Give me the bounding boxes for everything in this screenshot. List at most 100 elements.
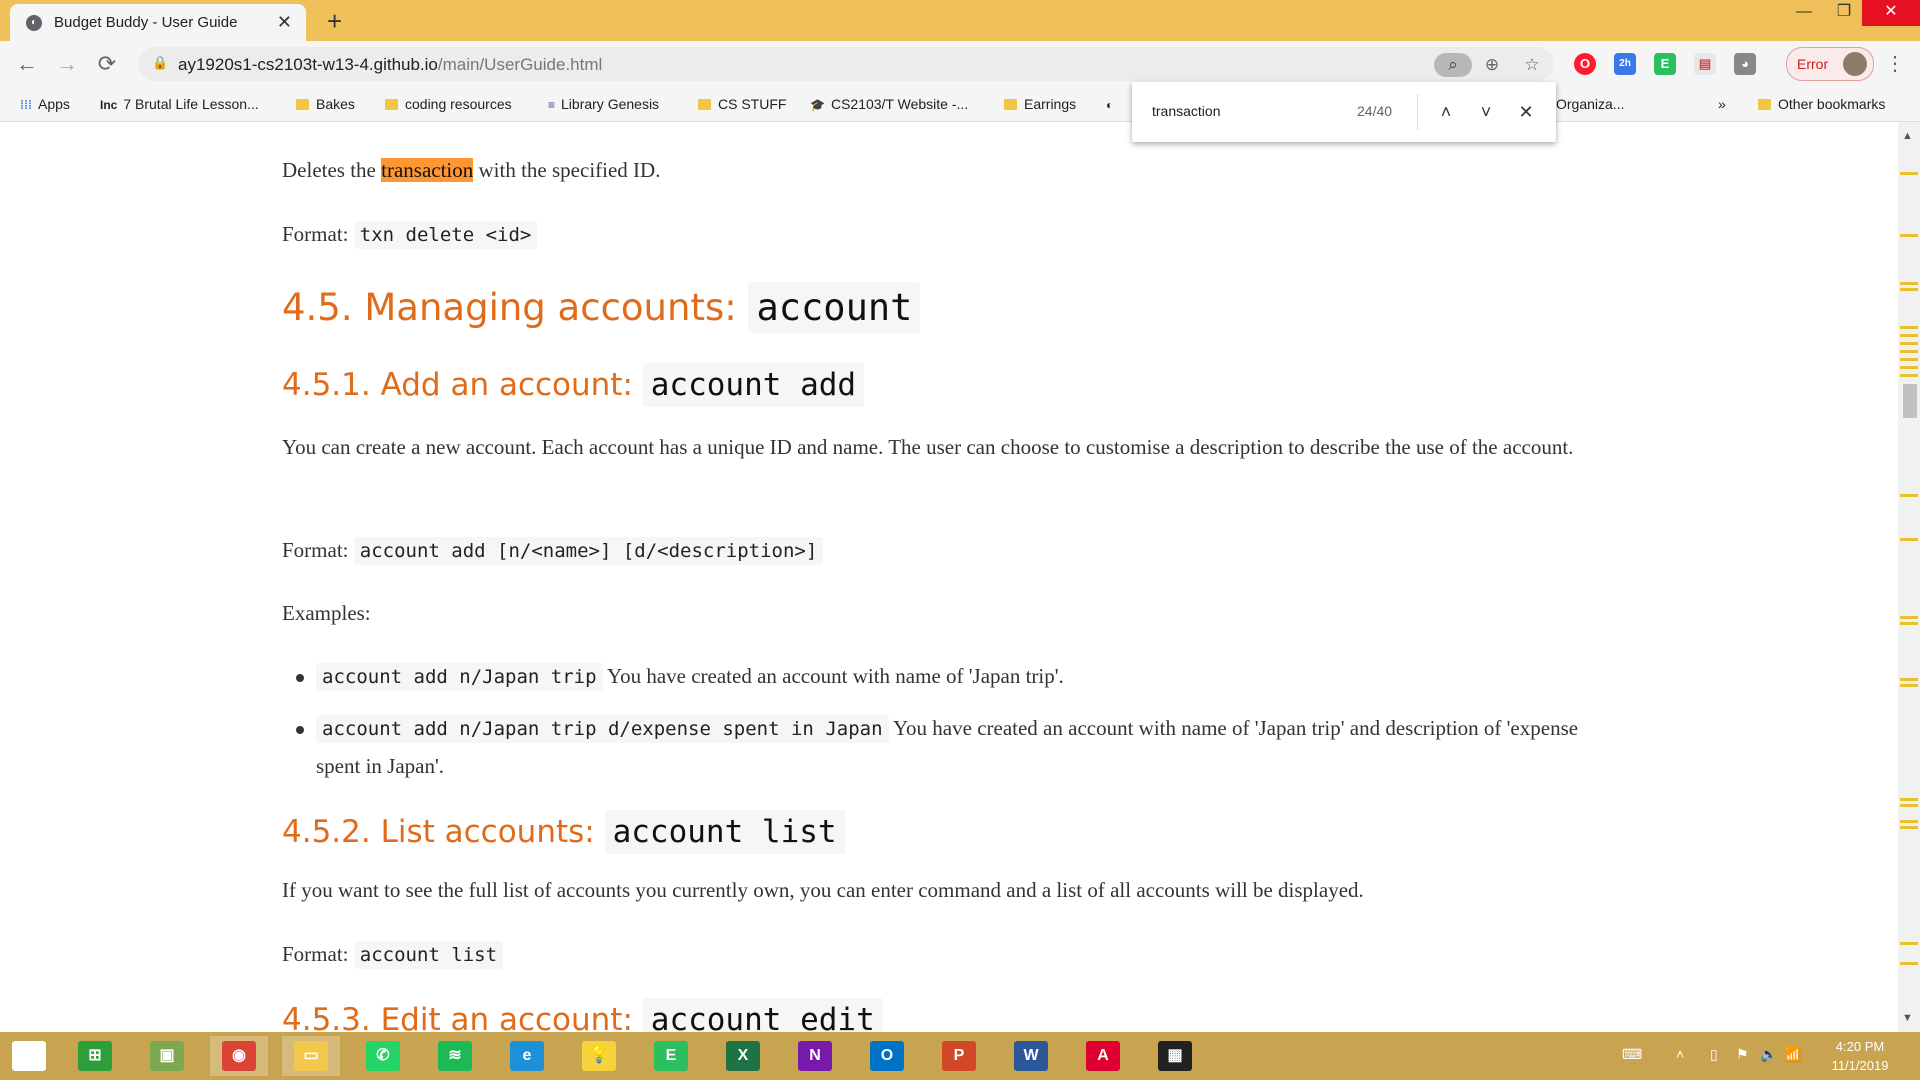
address-bar[interactable]: 🔒 ay1920s1-cs2103t-w13-4.github.io/main/… [138,47,1554,81]
find-match-marker [1900,282,1918,285]
taskbar-store-icon[interactable]: ⊞ [66,1036,124,1076]
vertical-scrollbar[interactable]: ▲ ▼ [1898,122,1920,1032]
list-item: account add n/Japan trip You have create… [316,658,1616,696]
find-match-marker [1900,804,1918,807]
find-match-marker [1900,942,1918,945]
taskbar-powerpoint-icon[interactable]: P [930,1036,988,1076]
find-next-button[interactable]: ˅ [1471,97,1501,127]
evernote-extension-icon[interactable]: E [1654,53,1676,75]
bookmark-label: Bakes [316,96,355,112]
find-close-button[interactable]: ✕ [1511,97,1541,127]
bookmark-organiza[interactable]: Organiza... [1556,96,1624,112]
taskbar-word-icon[interactable]: W [1002,1036,1060,1076]
bookmark-label: CS2103/T Website -... [830,96,969,112]
heading-code: account add [642,363,865,407]
browser-tab[interactable]: ◐ Budget Buddy - User Guide ✕ [10,4,306,41]
angular-glyph: A [1086,1040,1120,1071]
profile-error-button[interactable]: Error [1786,47,1874,81]
restore-button[interactable]: ❐ [1824,0,1864,26]
find-match-marker [1900,374,1918,377]
reload-button[interactable]: ⟳ [92,49,122,79]
bookmark-cs-stuff[interactable]: CS STUFF [698,96,786,112]
show-hidden-icons-icon[interactable]: ˄ [1676,1046,1684,1062]
page-content[interactable]: Deletes the transaction with the specifi… [0,122,1898,1032]
taskbar-edge-icon[interactable]: e [498,1036,556,1076]
battery-icon[interactable]: ▯ [1710,1046,1718,1063]
taskbar-photos-icon[interactable]: ▣ [138,1036,196,1076]
volume-icon[interactable]: 🔈 [1760,1046,1777,1063]
bookmarks-overflow-chevron-icon[interactable]: » [1718,96,1726,112]
find-match-marker [1900,234,1918,237]
heading-text: 4.5.1. Add an account: [282,367,633,403]
apps-grid-icon: ⁞⁞⁞ [20,98,32,112]
taskbar-evernote-icon[interactable]: E [642,1036,700,1076]
scroll-down-icon[interactable]: ▼ [1902,1012,1913,1024]
taskbar-start-icon[interactable]: ⊞ [0,1036,58,1076]
excel-glyph: X [726,1040,760,1071]
delete-txn-description: Deletes the transaction with the specifi… [282,152,660,189]
keyboard-icon[interactable]: ⌨ [1622,1046,1642,1063]
graduation-cap-icon: 🎓 [810,98,825,112]
bookmark-brutal-life[interactable]: Inc 7 Brutal Life Lesson... [100,96,259,112]
window-close-button[interactable]: ✕ [1862,0,1920,26]
find-previous-button[interactable]: ˄ [1431,97,1461,127]
new-tab-button[interactable]: + [327,6,342,37]
url-text[interactable]: ay1920s1-cs2103t-w13-4.github.io/main/Us… [178,55,602,75]
taskbar-spotify-icon[interactable]: ≋ [426,1036,484,1076]
timer-clock-extension-icon[interactable]: ◕ [1734,53,1756,75]
opera-extension-icon[interactable]: O [1574,53,1596,75]
bookmark-label: 7 Brutal Life Lesson... [123,96,259,112]
taskbar-tips-icon[interactable]: 💡 [570,1036,628,1076]
taskbar-calendar-icon[interactable]: ▦ [1146,1036,1204,1076]
minimize-button[interactable]: — [1784,0,1824,26]
taskbar-excel-icon[interactable]: X [714,1036,772,1076]
list-bullet [296,726,304,734]
taskbar-chrome-icon[interactable]: ◉ [210,1036,268,1076]
list-bullet [296,674,304,682]
format-label: Format: [282,538,349,562]
find-in-page-icon[interactable]: ⌕ [1434,53,1472,77]
zoom-icon[interactable]: ⊕ [1480,53,1504,77]
bookmark-coding-resources[interactable]: coding resources [385,96,512,112]
find-match-marker [1900,358,1918,361]
taskbar-outlook-icon[interactable]: O [858,1036,916,1076]
calendar-extension-icon[interactable]: ▤ [1694,53,1716,75]
edge-glyph: e [510,1040,544,1071]
flag-icon[interactable]: ⚑ [1736,1046,1749,1063]
inc-logo-icon: Inc [100,98,118,112]
bookmark-globe[interactable]: ◐ [1106,96,1119,112]
format-label: Format: [282,222,349,246]
bookmark-bakes[interactable]: Bakes [296,96,355,112]
timer-extension-icon[interactable]: 2h [1614,53,1636,75]
bookmark-cs2103-website[interactable]: 🎓 CS2103/T Website -... [810,96,968,112]
taskbar-onenote-icon[interactable]: N [786,1036,844,1076]
folder-icon [385,99,398,110]
tab-close-icon[interactable]: ✕ [277,12,292,33]
scroll-up-icon[interactable]: ▲ [1902,130,1913,142]
code-snippet: txn delete <id> [353,221,538,249]
folder-icon [1758,99,1771,110]
onenote-glyph: N [798,1040,832,1071]
list-accounts-description: If you want to see the full list of acco… [282,878,1364,902]
system-clock[interactable]: 4:20 PM 11/1/2019 [1810,1037,1910,1075]
taskbar-whatsapp-icon[interactable]: ✆ [354,1036,412,1076]
divider [1417,94,1418,130]
browser-menu-icon[interactable]: ⋮ [1885,51,1905,76]
bookmark-earrings[interactable]: Earrings [1004,96,1076,112]
tips-glyph: 💡 [582,1040,616,1071]
bookmark-label: CS STUFF [718,96,787,112]
network-icon[interactable]: 📶 [1784,1046,1801,1063]
find-match-marker [1900,826,1918,829]
bookmark-other-bookmarks[interactable]: Other bookmarks [1758,96,1885,112]
bookmark-apps[interactable]: ⁞⁞⁞ Apps [20,96,70,112]
bookmark-star-icon[interactable]: ☆ [1520,53,1544,77]
bookmark-library-genesis[interactable]: ≡ Library Genesis [548,96,659,112]
taskbar-files-icon[interactable]: ▭ [282,1036,340,1076]
heading-text: 4.5. Managing accounts: [282,286,737,329]
find-match-marker [1900,798,1918,801]
forward-button[interactable]: → [52,49,82,79]
back-button[interactable]: ← [12,49,42,79]
find-input[interactable]: transaction [1152,103,1220,119]
scrollbar-thumb[interactable] [1903,384,1917,418]
taskbar-angular-icon[interactable]: A [1074,1036,1132,1076]
